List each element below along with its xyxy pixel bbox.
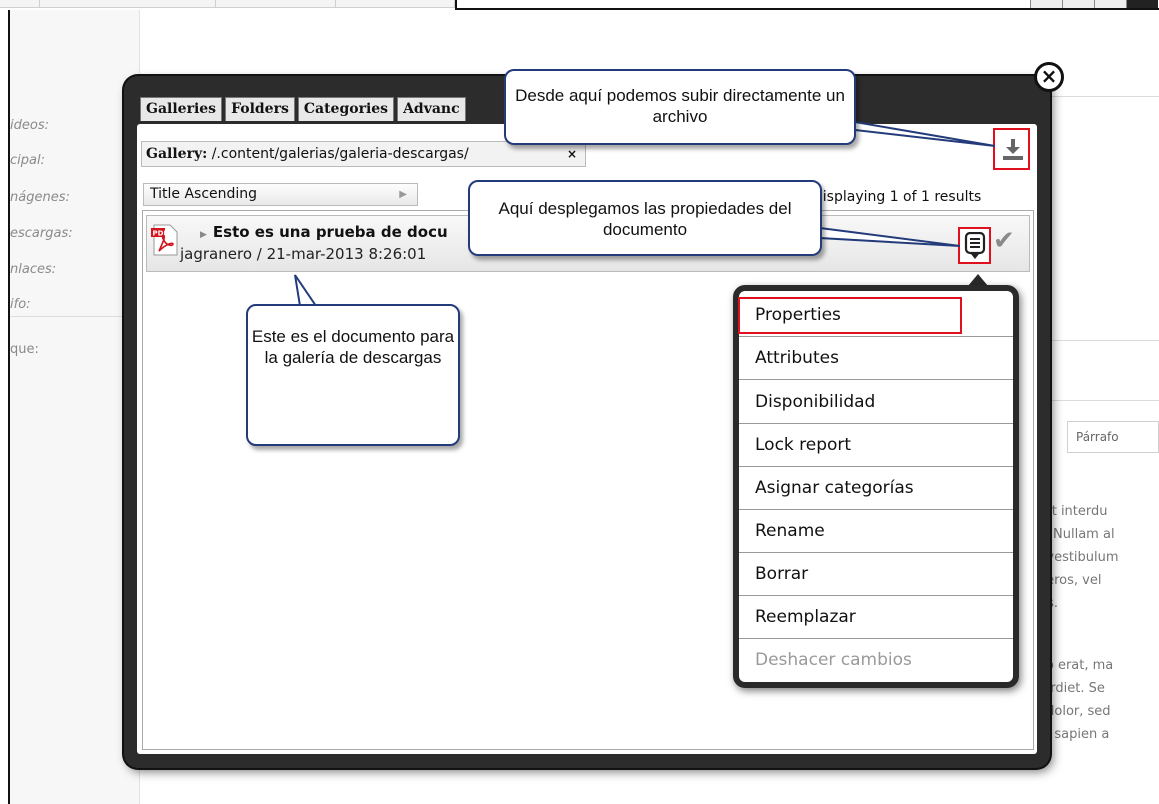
form-label-column: ideos: cipal: nágenes: escargas: nlaces:… [10,10,140,804]
close-icon[interactable]: × [1034,62,1064,92]
top-bar-button[interactable] [1094,0,1126,8]
sort-select-value: Title Ascending [150,186,258,202]
properties-callout: Aquí desplegamos las propiedades del doc… [468,180,822,256]
document-title[interactable]: ▶ Esto es una prueba de docu [200,223,448,241]
gallery-filter-label: Gallery: [146,146,208,162]
results-count: Displaying 1 of 1 results [812,189,982,205]
field-label: que: [10,342,39,357]
document-menu-button[interactable] [958,227,991,264]
document-meta: jagranero / 21-mar-2013 8:26:01 [180,245,427,263]
background-top-bar [0,0,1159,10]
dialog-tabs: Galleries Folders Categories Advanc [140,97,469,121]
top-bar-cell [0,0,40,8]
tab-galleries[interactable]: Galleries [140,97,223,121]
check-icon[interactable]: ✔ [993,228,1019,254]
menu-item-disponibilidad[interactable]: Disponibilidad [739,381,1013,424]
menu-item-deshacer-cambios: Deshacer cambios [755,650,912,670]
field-label: ifo: [10,297,31,312]
top-bar-button[interactable] [1062,0,1094,8]
gallery-filter-path: /.content/galerias/galeria-descargas/ [207,146,469,162]
chevron-right-icon: ▶ [399,189,407,200]
expand-icon[interactable]: ▶ [200,230,207,240]
menu-item-reemplazar[interactable]: Reemplazar [739,596,1013,639]
properties-highlight [738,297,962,334]
sort-select[interactable]: Title Ascending ▶ [143,183,418,206]
menu-item-attributes[interactable]: Attributes [739,337,1013,380]
field-label: ideos: [10,118,49,133]
field-label: nágenes: [10,190,70,205]
svg-text:PDF: PDF [153,230,169,238]
menu-item-rename[interactable]: Rename [739,510,1013,553]
divider [1040,96,1159,97]
field-label: nlaces: [10,262,57,277]
divider [1040,340,1159,341]
document-callout: Este es el documento para la galería de … [246,304,460,446]
field-label: cipal: [10,153,45,168]
paragraph-format-select[interactable]: Párrafo [1067,421,1159,453]
tab-advanced[interactable]: Advanc [397,97,466,121]
remove-filter-icon[interactable]: × [567,142,577,166]
top-bar-cell [40,0,216,8]
top-bar-button[interactable] [1126,0,1158,8]
field-label: escargas: [10,226,73,241]
upload-icon [1003,139,1023,160]
divider [1040,400,1159,401]
menu-item-asignar-categorias[interactable]: Asignar categorías [739,467,1013,510]
tab-folders[interactable]: Folders [225,97,295,121]
document-title-text: Esto es una prueba de docu [212,223,448,241]
pdf-file-icon: PDF [151,224,178,256]
upload-callout: Desde aquí podemos subir directamente un… [504,69,856,145]
top-bar-cell [216,0,336,8]
menu-item-lock-report[interactable]: Lock report [739,424,1013,467]
menu-item-borrar[interactable]: Borrar [739,553,1013,596]
tab-categories[interactable]: Categories [297,97,395,121]
top-bar-cell [336,0,455,8]
context-menu-icon [964,232,986,259]
divider [10,316,140,317]
upload-button[interactable] [993,128,1030,170]
top-bar-button[interactable] [1030,0,1062,8]
